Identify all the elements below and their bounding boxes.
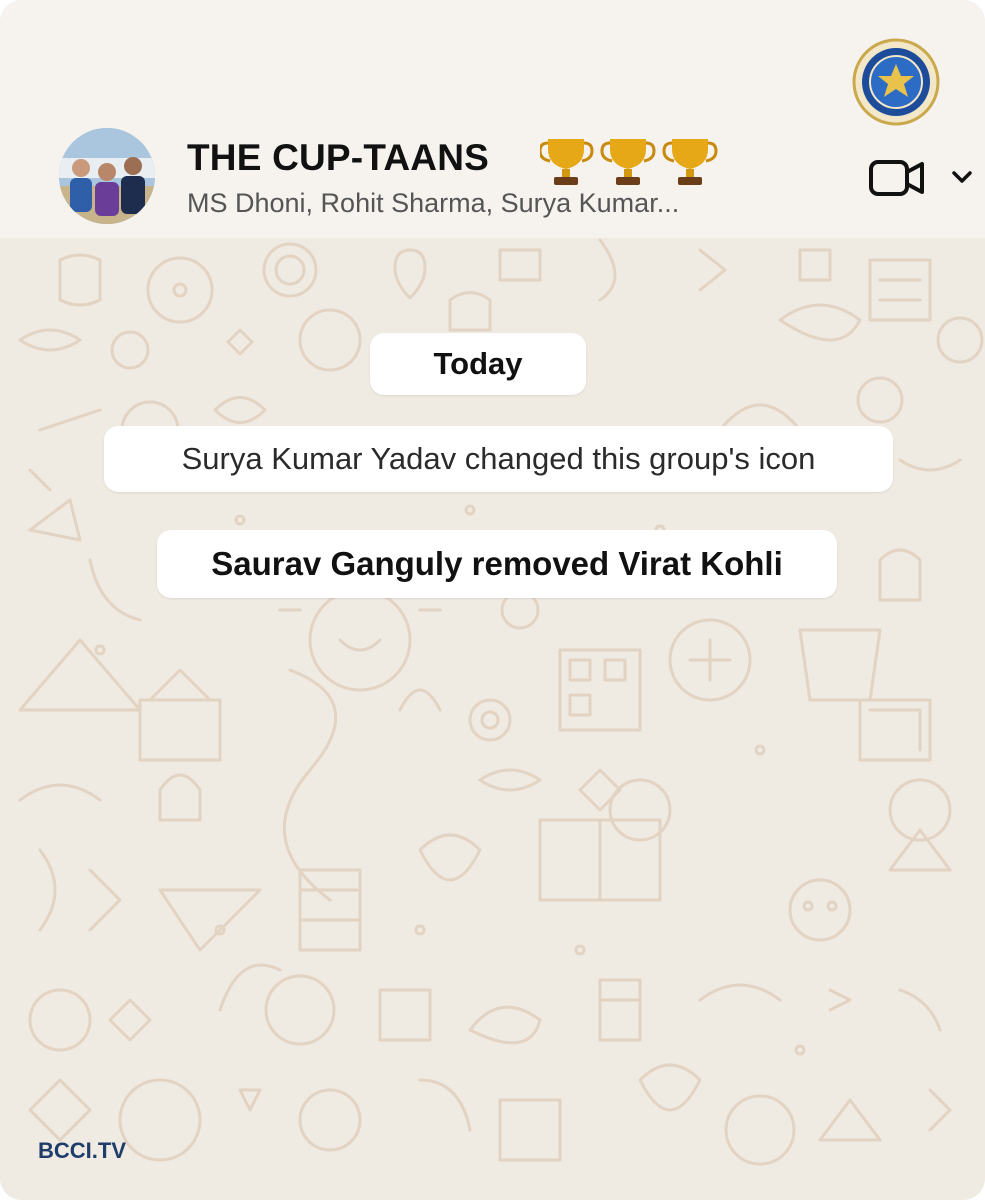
watermark: BCCI.TV (38, 1138, 126, 1163)
chat-header[interactable]: THE CUP-TAANS MS Dhoni, Rohit Sharma, Su… (0, 0, 985, 238)
group-avatar[interactable] (59, 128, 155, 224)
chevron-down-icon[interactable] (950, 168, 974, 186)
bcci-emblem-icon (852, 38, 940, 126)
trophy-icon (540, 139, 718, 185)
system-message: Saurav Ganguly removed Virat Kohli (157, 530, 837, 598)
chat-screen: THE CUP-TAANS MS Dhoni, Rohit Sharma, Su… (0, 0, 985, 1200)
video-camera-icon[interactable] (868, 152, 926, 204)
group-name[interactable]: THE CUP-TAANS (187, 137, 489, 179)
system-message: Surya Kumar Yadav changed this group's i… (104, 426, 893, 492)
group-members[interactable]: MS Dhoni, Rohit Sharma, Surya Kumar... (187, 188, 679, 219)
date-separator: Today (370, 333, 586, 395)
